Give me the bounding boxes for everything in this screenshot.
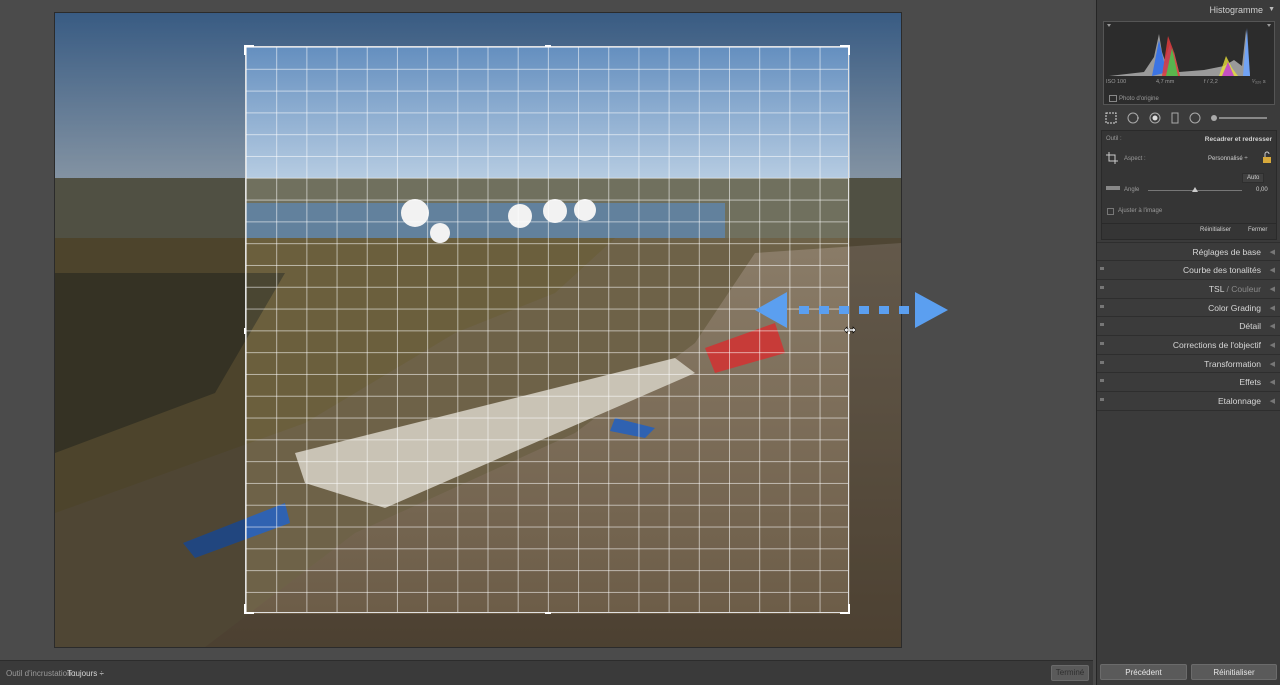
divider <box>1102 223 1276 224</box>
angle-slider-thumb[interactable] <box>1192 187 1198 192</box>
crop-handle-top[interactable] <box>545 45 551 47</box>
panel-toggle-icon[interactable] <box>1100 342 1104 345</box>
previous-button[interactable]: Précédent <box>1100 664 1187 680</box>
close-tool-button[interactable]: Fermer <box>1248 227 1267 233</box>
expand-arrow-icon: ◀ <box>1269 398 1275 405</box>
expand-arrow-icon: ◀ <box>1269 267 1275 274</box>
color-label[interactable]: / Couleur <box>1224 284 1262 294</box>
red-eye-icon[interactable] <box>1149 112 1161 124</box>
radial-filter-icon[interactable] <box>1189 112 1201 124</box>
overlay-tool-select[interactable]: Toujours ÷ <box>67 669 104 678</box>
section-label: Détail <box>1239 321 1261 331</box>
panel-toggle-icon[interactable] <box>1100 379 1104 382</box>
reset-all-button[interactable]: Réinitialiser <box>1191 664 1277 680</box>
section-transform[interactable]: Transformation ◀ <box>1097 354 1280 373</box>
tool-name: Recadrer et redresser <box>1204 136 1272 143</box>
fit-to-image-checkbox[interactable] <box>1107 208 1114 215</box>
tool-strip <box>1097 108 1280 128</box>
panel-toggle-icon[interactable] <box>1100 305 1104 308</box>
section-label: Corrections de l'objectif <box>1172 340 1261 350</box>
right-panel: Histogramme ▼ ISO 100 4,7 mm f / 2,2 ¹⁄₃… <box>1096 0 1280 685</box>
iso-value: ISO 100 <box>1106 79 1127 85</box>
bottom-toolbar: Outil d'incrustation : Toujours ÷ Termin… <box>0 660 1093 685</box>
expand-arrow-icon: ◀ <box>1269 286 1275 293</box>
crop-handle-top-left[interactable] <box>244 45 254 55</box>
aspect-label: Aspect : <box>1124 156 1146 162</box>
angle-value[interactable]: 0,00 <box>1256 187 1268 193</box>
crop-handle-bottom[interactable] <box>545 612 551 614</box>
original-photo-label: Photo d'origine <box>1119 96 1159 103</box>
crop-handle-left[interactable] <box>244 328 246 334</box>
crop-handle-bottom-left[interactable] <box>244 604 254 614</box>
checkbox-icon <box>1109 95 1117 102</box>
section-lens-corrections[interactable]: Corrections de l'objectif ◀ <box>1097 335 1280 354</box>
panel-toggle-icon[interactable] <box>1100 267 1104 270</box>
panel-toggle-icon[interactable] <box>1100 286 1104 289</box>
section-color-grading[interactable]: Color Grading ◀ <box>1097 298 1280 317</box>
section-detail[interactable]: Détail ◀ <box>1097 316 1280 335</box>
spot-removal-icon[interactable] <box>1127 112 1139 124</box>
section-label: Réglages de base <box>1192 247 1261 257</box>
tool-label: Outil : <box>1106 136 1122 142</box>
expand-arrow-icon: ◀ <box>1269 361 1275 368</box>
crop-aspect-icon <box>1106 152 1118 164</box>
aspect-select[interactable]: Personnalisé ÷ <box>1208 156 1248 162</box>
section-label: Color Grading <box>1208 303 1261 313</box>
section-label: Transformation <box>1204 359 1261 369</box>
graduated-filter-icon[interactable] <box>1169 112 1181 124</box>
shutter-value: ¹⁄₃₂₀ s <box>1252 79 1266 85</box>
overlay-tool-label: Outil d'incrustation : <box>6 669 77 678</box>
section-hsl[interactable]: TSL / Couleur ◀ <box>1097 279 1280 298</box>
section-calibration[interactable]: Etalonnage ◀ <box>1097 391 1280 411</box>
lock-icon[interactable] <box>1262 151 1272 164</box>
collapse-triangle-icon[interactable]: ▼ <box>1268 6 1275 13</box>
section-label: Etalonnage <box>1217 396 1261 406</box>
auto-button[interactable]: Auto <box>1242 173 1265 183</box>
crop-handle-bottom-right[interactable] <box>840 604 850 614</box>
original-photo-checkbox[interactable]: Photo d'origine <box>1109 95 1159 102</box>
panel-toggle-icon[interactable] <box>1100 361 1104 364</box>
histogram-header[interactable]: Histogramme ▼ <box>1097 0 1280 20</box>
section-effects[interactable]: Effets ◀ <box>1097 372 1280 391</box>
section-label: Effets <box>1239 377 1261 387</box>
panel-toggle-icon[interactable] <box>1100 323 1104 326</box>
expand-arrow-icon: ◀ <box>1269 305 1275 312</box>
expand-arrow-icon: ◀ <box>1269 323 1275 330</box>
expand-arrow-icon: ◀ <box>1269 249 1275 256</box>
angle-label: Angle <box>1124 187 1140 193</box>
reset-tool-button[interactable]: Réinitialiser <box>1200 227 1231 233</box>
histogram-graph <box>1107 24 1271 76</box>
section-basic[interactable]: Réglages de base ◀ <box>1097 242 1280 261</box>
image-canvas <box>0 0 1093 660</box>
histogram-title: Histogramme <box>1209 5 1263 15</box>
hsl-label: TSL <box>1208 284 1225 294</box>
section-tone-curve[interactable]: Courbe des tonalités ◀ <box>1097 260 1280 279</box>
level-tool-icon[interactable] <box>1106 184 1120 192</box>
panel-toggle-icon[interactable] <box>1100 398 1104 401</box>
focal-length-value: 4,7 mm <box>1156 79 1175 85</box>
adjustment-brush-icon[interactable] <box>1209 112 1269 124</box>
section-label: Courbe des tonalités <box>1183 265 1261 275</box>
resize-cursor-icon <box>844 326 856 334</box>
expand-arrow-icon: ◀ <box>1269 342 1275 349</box>
histogram: ISO 100 4,7 mm f / 2,2 ¹⁄₃₂₀ s Photo d'o… <box>1103 21 1275 105</box>
aperture-value: f / 2,2 <box>1204 79 1218 85</box>
section-label: TSL / Couleur <box>1209 284 1261 294</box>
done-button[interactable]: Terminé <box>1051 665 1089 681</box>
expand-arrow-icon: ◀ <box>1269 379 1275 386</box>
crop-handle-top-right[interactable] <box>840 45 850 55</box>
crop-tool-panel: Outil : Recadrer et redresser Aspect : P… <box>1101 130 1277 240</box>
crop-tool-icon[interactable] <box>1105 112 1117 124</box>
fit-to-image-label: Ajuster à l'image <box>1118 208 1163 214</box>
